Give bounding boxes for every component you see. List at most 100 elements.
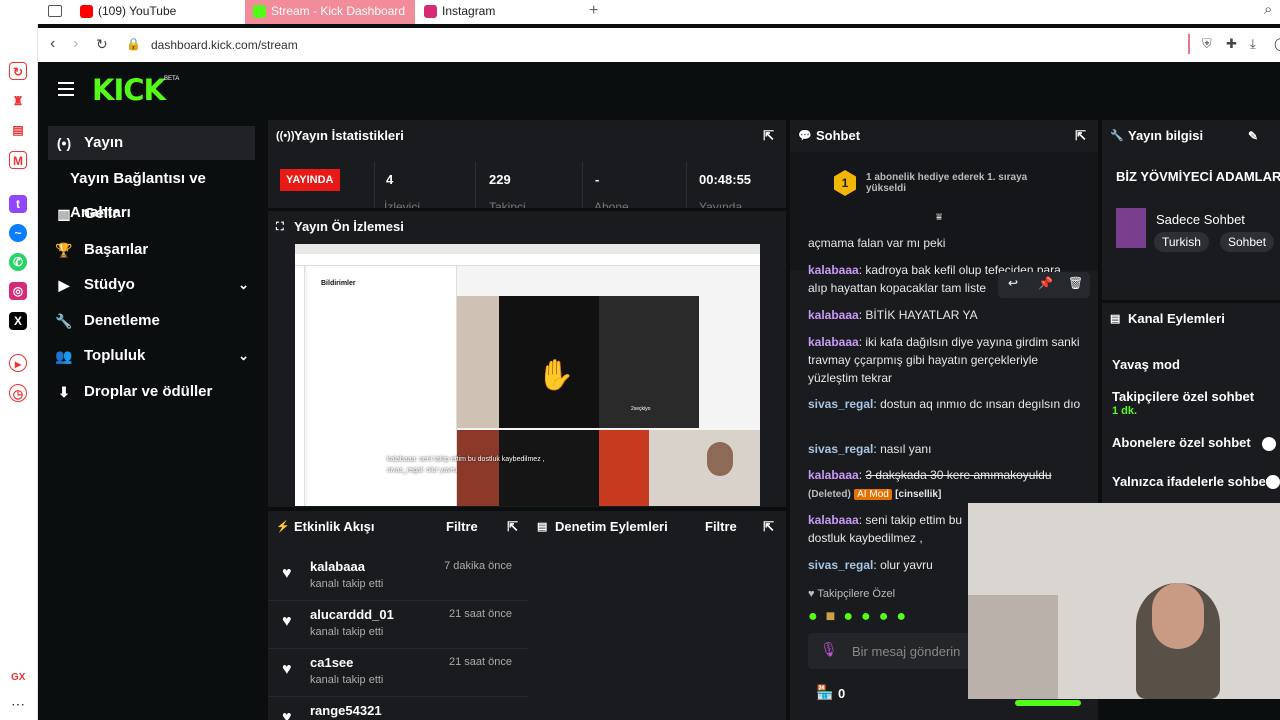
popout-icon[interactable]: ⇱ [1075,120,1086,152]
chat-message[interactable]: kalabaaa: 3 dakşkada 30 kere amımakoyuld… [808,466,1088,504]
kick-logo[interactable]: KICK [92,73,166,107]
broadcast-icon: (•) [56,135,72,151]
extensions-icon[interactable]: ✚ [1226,36,1237,52]
back-icon[interactable]: ‹ [50,35,55,53]
followers-only-setting[interactable]: Takipçilere özel sohbet [1112,389,1254,404]
tag-chip[interactable]: Sohbet [1220,232,1275,252]
stat-divider [582,162,583,208]
messenger-icon[interactable]: ~ [9,224,27,242]
popout-icon[interactable]: ⇱ [763,120,774,152]
nav-denetleme[interactable]: 🔧 Denetleme [48,304,255,338]
browser-sidebar: O ↻ ♜ ▤ M t ~ ✆ ◎ X ▸ ◷ GX ⋯ [0,0,38,720]
category-name[interactable]: Sadece Sohbet [1156,212,1245,227]
pin-icon[interactable]: 📌 [1038,276,1053,290]
gx-label[interactable]: GX [11,672,25,683]
stream-title: BİZ YÖVMİYECİ ADAMLARIZ BİZİ İZLEMEZLER [1116,169,1280,184]
nav-droplar[interactable]: ⬇ Droplar ve ödüller [48,375,255,409]
instagram-icon[interactable]: ◎ [9,282,27,300]
tab-bar: (109) YouTube Stream - Kick Dashboard In… [0,0,1280,24]
nav-basarilar[interactable]: 🏆 Başarılar [48,233,255,267]
forward-icon[interactable]: › [73,35,78,53]
tab-youtube[interactable]: (109) YouTube [72,0,242,24]
followers-only-value: 1 dk. [1112,405,1138,417]
popout-icon[interactable]: ⇱ [507,511,518,543]
news-icon[interactable]: ▤ [9,121,27,139]
history-icon[interactable]: ↻ [9,62,27,80]
menu-icon[interactable] [58,82,74,96]
store-icon[interactable]: 🏪 [816,684,833,701]
activity-item: ♥ ca1see kanalı takip etti 21 saat önce [268,649,528,697]
emote-icon[interactable]: ● [896,608,914,625]
mail-icon[interactable]: M [9,151,27,169]
stream-preview[interactable]: Bildirimler ✋ 2seçkiyo kalabaaa: seni ta… [295,244,760,506]
activity-panel: ⚡ Etkinlik Akışı Filtre ⇱ ♥ kalabaaa kan… [268,511,530,720]
activity-item: ♥ range54321 [268,697,528,720]
chevron-down-icon: ⌄ [238,348,249,363]
emote-icon[interactable]: ● [843,608,861,625]
player-icon[interactable]: ▸ [9,354,27,372]
new-tab-button[interactable]: + [589,2,598,20]
emote-icon[interactable]: ■ [826,608,844,625]
shield-icon[interactable]: ⛨ [1202,36,1212,52]
slow-mode-setting[interactable]: Yavaş mod [1112,357,1180,372]
stream-info-header: 🔧 Yayın bilgisi ✎ [1102,120,1280,152]
preview-sidebar [295,266,305,506]
emote-icon[interactable]: ● [861,608,879,625]
chat-message[interactable]: kalabaaa: BİTİK HAYATLAR YA [808,306,1088,324]
nav-gelir[interactable]: ▥ Gelir [48,197,255,231]
reply-icon[interactable]: ↩ [1008,276,1018,290]
preview-notif-title: Bildirimler [321,280,356,287]
moderation-filter-button[interactable]: Filtre [705,511,737,543]
emote-only-setting[interactable]: Yalnızca ifadelerle sohbet [1112,474,1270,489]
chat-message[interactable]: kalabaaa: seni takip ettim bu dostluk ka… [808,511,978,547]
preview-webcam [649,430,760,506]
emote-bar[interactable]: ●■●●●● [808,608,914,628]
tag-chip[interactable]: Turkish [1154,232,1209,252]
workspace-icon[interactable] [48,5,62,17]
preview-thumb: ✋ [499,296,599,428]
thumb-caption: 2seçkiyo [631,406,651,412]
x-icon[interactable]: X [9,312,27,330]
subs-only-toggle[interactable] [1262,437,1276,451]
twitch-icon[interactable]: t [9,195,27,213]
channel-actions-header: ▤ Kanal Eylemleri [1102,303,1280,335]
url-input[interactable]: dashboard.kick.com/stream [151,38,298,52]
tab-kick-dashboard[interactable]: Stream - Kick Dashboard [245,0,415,24]
popout-icon[interactable]: ⇱ [763,511,774,543]
chat-message[interactable]: sivas_regal: nasıl yanı [808,440,1088,458]
category-thumbnail[interactable] [1116,208,1146,248]
tab-instagram[interactable]: Instagram [416,0,586,24]
sub-count: - [595,172,600,187]
activity-filter-button[interactable]: Filtre [446,511,478,543]
account-icon[interactable]: ◯ [1274,36,1280,52]
clock-icon[interactable]: ◷ [9,384,27,402]
bag-icon[interactable]: ♜ [9,92,27,110]
chat-message[interactable]: kalabaaa: iki kafa dağılsın diye yayına … [808,333,1088,387]
nav-topluluk[interactable]: 👥 Topluluk ⌄ [48,339,255,373]
chat-message: açmama falan var mı peki [808,236,946,250]
edit-icon[interactable]: ✎ [1248,120,1258,152]
emote-only-toggle[interactable] [1266,475,1280,489]
download-icon[interactable]: ⤓ [1250,36,1256,52]
chat-icon: 💬 [798,130,812,142]
channel-actions-panel: ▤ Kanal Eylemleri Yavaş mod Takipçilere … [1102,303,1280,503]
activity-item: ♥ kalabaaa kanalı takip etti 7 dakika ön… [268,553,528,601]
nav-stream-key[interactable]: Yayın Bağlantısı ve Anahtarı [48,162,268,221]
emote-icon[interactable]: ● [808,608,826,625]
preview-tabbar [295,244,760,254]
emote-icon[interactable]: ● [879,608,897,625]
delete-icon[interactable]: 🗑 [1068,276,1083,290]
reload-icon[interactable]: ↻ [96,36,108,53]
whatsapp-icon[interactable]: ✆ [9,253,27,271]
microphone-icon[interactable]: 🎙 [820,641,838,658]
pin-toggle-icon[interactable]: ⩸ [936,212,942,223]
follower-count: 229 [489,172,511,187]
sub-label: Abone [594,200,629,208]
nav-yayin[interactable]: (•) Yayın [48,126,255,160]
nav-studyo[interactable]: ▶ Stüdyo ⌄ [48,268,255,302]
subs-only-setting[interactable]: Abonelere özel sohbet [1112,435,1251,450]
wrench-icon: 🔧 [55,313,73,329]
more-icon[interactable]: ⋯ [11,696,25,713]
chat-message[interactable]: sivas_regal: dostun aq ınmıo dc ınsan de… [808,395,1088,413]
search-icon[interactable]: ⌕ [1264,1,1272,18]
